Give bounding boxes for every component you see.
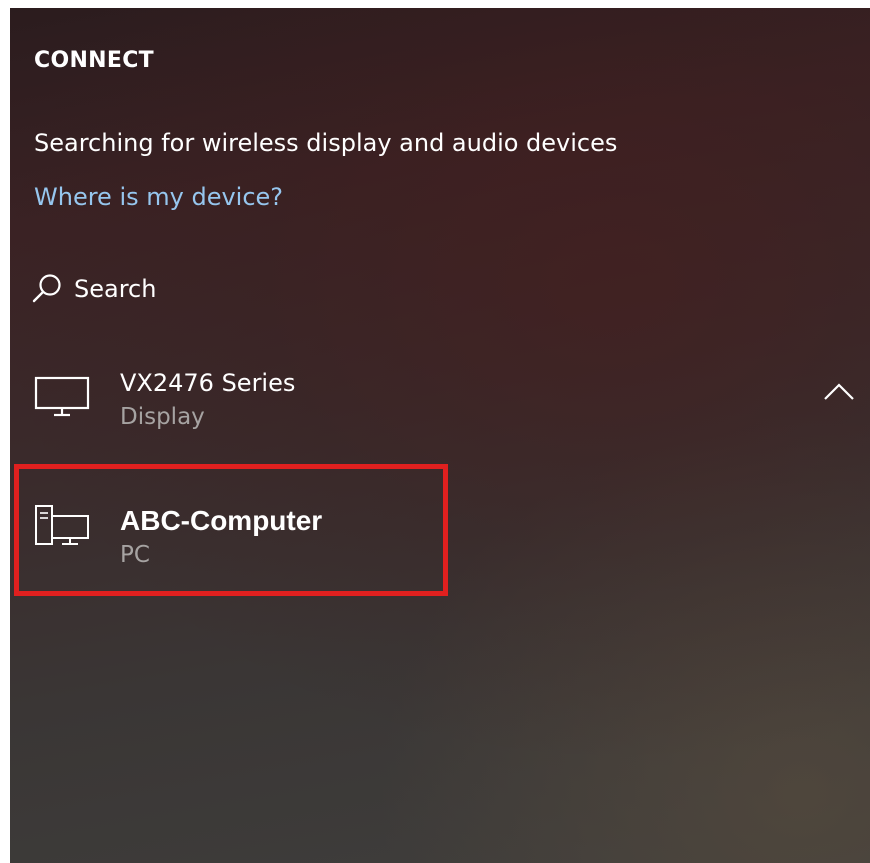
- where-is-my-device-link[interactable]: Where is my device?: [34, 183, 283, 211]
- device-name: ABC-Computer: [120, 505, 323, 536]
- search-status-text: Searching for wireless display and audio…: [34, 129, 618, 157]
- pc-icon: [32, 504, 92, 548]
- device-type: PC: [120, 542, 150, 568]
- search-field[interactable]: Search: [30, 268, 430, 310]
- device-name: VX2476 Series: [120, 369, 296, 397]
- device-type: Display: [120, 404, 205, 430]
- connect-panel: CONNECT Searching for wireless display a…: [10, 8, 870, 863]
- search-label: Search: [74, 275, 157, 303]
- device-item-abc-computer[interactable]: ABC-Computer PC: [10, 466, 870, 598]
- monitor-icon: [32, 374, 92, 418]
- search-icon: [30, 272, 64, 306]
- chevron-up-icon[interactable]: [822, 380, 856, 402]
- device-item-vx2476-series[interactable]: VX2476 Series Display: [10, 360, 870, 460]
- panel-heading: CONNECT: [34, 48, 154, 73]
